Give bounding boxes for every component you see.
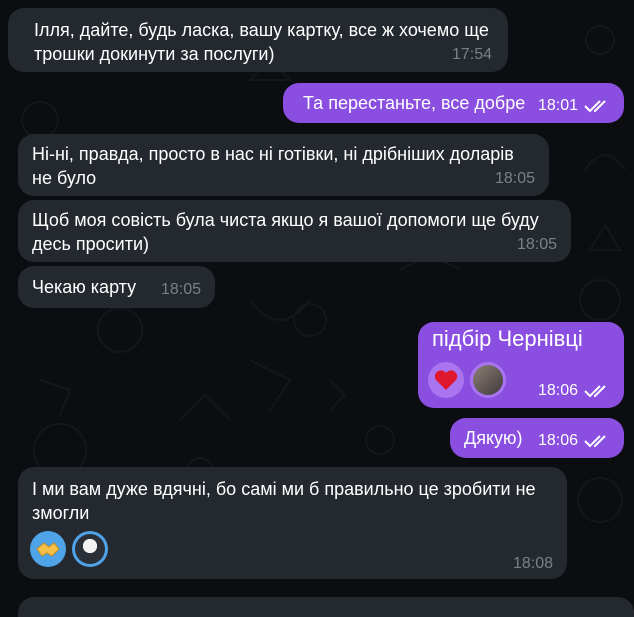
message-text-line: Ілля, дайте, будь ласка, вашу картку, вс… [34,20,489,40]
message-text-line: десь просити) [32,234,150,254]
double-check-icon [584,100,606,113]
message-time: 18:05 [494,170,535,187]
message-incoming[interactable]: Чекаю карту 18:05 [18,266,215,308]
message-text-line: Ні-ні, правда, просто в нас ні готівки, … [32,144,514,164]
message-time: 17:54 [451,46,492,63]
message-text-line: трошки докинути за послуги) [34,44,275,64]
reaction-handshake[interactable] [30,531,66,567]
message-outgoing[interactable]: Дякую) 18:06 [450,418,624,458]
overlay-caption: підбір Чернівці [432,326,583,351]
message-incoming[interactable]: І ми вам дуже вдячні, бо самі ми б прави… [18,467,567,579]
message-text-line: І ми вам дуже вдячні, бо самі ми б прави… [32,479,536,499]
handshake-icon [36,542,60,557]
message-outgoing[interactable]: Та перестаньте, все добре 18:01 [283,83,624,123]
message-time: 18:06 [537,382,578,399]
message-text: Чекаю карту [32,277,137,297]
message-incoming[interactable]: Ні-ні, правда, просто в нас ні готівки, … [18,134,549,196]
double-check-icon [584,435,606,448]
message-outgoing[interactable]: підбір Чернівці 18:06 [418,322,624,408]
message-incoming-partial[interactable] [18,597,634,617]
double-check-icon [584,385,606,398]
message-incoming[interactable]: Ілля, дайте, будь ласка, вашу картку, вс… [8,8,508,72]
message-time: 18:05 [516,236,557,253]
avatar [75,534,105,564]
message-text-line: Щоб моя совість була чиста якщо я вашої … [32,210,539,230]
reaction-heart[interactable] [428,362,464,398]
message-time: 18:08 [512,555,553,572]
reaction-avatar[interactable] [72,531,108,567]
message-text-line: змогли [32,503,90,523]
message-time: 18:01 [537,97,578,114]
message-text: Та перестаньте, все добре [303,93,526,113]
message-text-line: не було [32,168,97,188]
avatar [473,365,503,395]
heart-icon [434,370,458,390]
reaction-avatar[interactable] [470,362,506,398]
message-incoming[interactable]: Щоб моя совість була чиста якщо я вашої … [18,200,571,262]
message-time: 18:05 [160,281,201,298]
message-text: Дякую) [464,428,523,448]
message-time: 18:06 [537,432,578,449]
